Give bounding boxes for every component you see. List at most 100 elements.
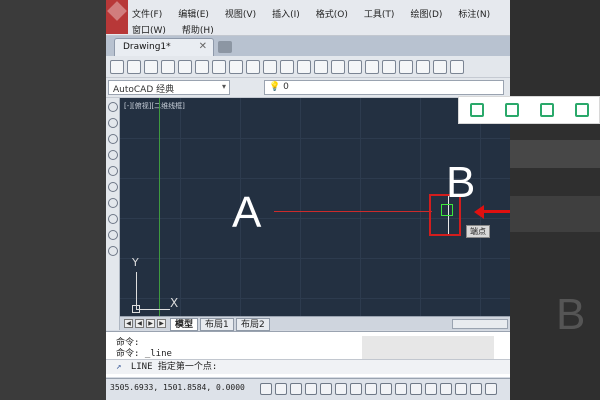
block-icon[interactable]	[280, 59, 294, 74]
menu-dimension[interactable]: 标注(N)	[458, 7, 490, 20]
pan-icon[interactable]	[331, 59, 345, 74]
menu-help[interactable]: 帮助(H)	[182, 23, 214, 36]
point-a-label: A	[232, 188, 262, 237]
drawn-line	[274, 211, 432, 212]
design-center-icon[interactable]	[416, 59, 430, 74]
grid-line	[120, 298, 510, 299]
cut-icon[interactable]	[212, 59, 226, 74]
dynamic-input-icon[interactable]	[380, 383, 392, 395]
hatch-tool-icon[interactable]	[107, 214, 118, 224]
lineweight-icon[interactable]	[395, 383, 407, 395]
snap-tooltip: 端点	[466, 225, 490, 238]
tool-palette-icon[interactable]	[433, 59, 447, 74]
save-icon[interactable]	[539, 103, 554, 117]
tab-drawing1[interactable]: Drawing1* ✕	[114, 38, 214, 56]
ellipse-tool-icon[interactable]	[107, 198, 118, 208]
menu-row-1: 文件(F) 编辑(E) 视图(V) 插入(I) 格式(O) 工具(T) 绘图(D…	[132, 7, 490, 20]
last-layout-icon[interactable]: ▶	[157, 319, 166, 328]
command-input[interactable]: ↗ LINE 指定第一个点:	[106, 359, 510, 374]
command-pen-icon: ↗	[116, 362, 122, 372]
command-window: 命令: 命令: _line ↗ LINE 指定第一个点:	[106, 331, 510, 377]
drawing-canvas[interactable]: [-][俯视][二维线框] 端点 A B Y X	[120, 98, 510, 316]
left-margin	[0, 0, 106, 400]
menu-edit[interactable]: 编辑(E)	[178, 7, 209, 20]
transparency-icon[interactable]	[410, 383, 422, 395]
ucs-x-label: X	[170, 296, 179, 310]
polyline-tool-icon[interactable]	[107, 118, 118, 128]
right-blurred-panel	[510, 140, 600, 168]
point-b-label: B	[446, 158, 476, 207]
command-prompt-text: LINE 指定第一个点:	[130, 362, 218, 372]
grid-line	[180, 98, 181, 316]
grid-mode-icon[interactable]	[275, 383, 287, 395]
next-layout-icon[interactable]: ▶	[146, 319, 155, 328]
3d-osnap-icon[interactable]	[335, 383, 347, 395]
copy-icon[interactable]	[229, 59, 243, 74]
menu-view[interactable]: 视图(V)	[225, 7, 256, 20]
menu-insert[interactable]: 插入(I)	[272, 7, 300, 20]
close-icon[interactable]: ✕	[199, 41, 207, 52]
publish-icon[interactable]	[195, 59, 209, 74]
layer-dropdown[interactable]: 💡 0	[264, 80, 504, 95]
menu-format[interactable]: 格式(O)	[316, 7, 348, 20]
text-tool-icon[interactable]	[107, 246, 118, 256]
quick-properties-icon[interactable]	[425, 383, 437, 395]
menu-draw[interactable]: 绘图(D)	[410, 7, 442, 20]
command-history-line: 命令: _line	[116, 349, 172, 359]
save-icon[interactable]	[144, 59, 158, 74]
tab-model[interactable]: 模型	[170, 318, 199, 331]
viewport-label[interactable]: [-][俯视][二维线框]	[124, 101, 185, 111]
selection-cycling-icon[interactable]	[440, 383, 452, 395]
menu-window[interactable]: 窗口(W)	[132, 23, 166, 36]
new-file-icon[interactable]	[110, 59, 124, 74]
undo-icon[interactable]	[297, 59, 311, 74]
object-snap-icon[interactable]	[320, 383, 332, 395]
coordinate-readout: 3505.6933, 1501.8584, 0.0000	[110, 383, 245, 392]
expand-icon[interactable]	[504, 103, 519, 117]
paste-icon[interactable]	[246, 59, 260, 74]
menu-tools[interactable]: 工具(T)	[364, 7, 395, 20]
zoom-window-icon[interactable]	[365, 59, 379, 74]
workspace-dropdown[interactable]: AutoCAD 经典 ▾	[108, 80, 230, 95]
rectangle-tool-icon[interactable]	[107, 166, 118, 176]
workspace-value: AutoCAD 经典	[113, 85, 175, 95]
spline-tool-icon[interactable]	[107, 182, 118, 192]
ortho-mode-icon[interactable]	[290, 383, 302, 395]
menu-bar: 文件(F) 编辑(E) 视图(V) 插入(I) 格式(O) 工具(T) 绘图(D…	[106, 0, 510, 36]
polar-tracking-icon[interactable]	[305, 383, 317, 395]
properties-icon[interactable]	[399, 59, 413, 74]
object-tracking-icon[interactable]	[350, 383, 362, 395]
new-tab-icon[interactable]	[218, 41, 232, 53]
preview-icon[interactable]	[178, 59, 192, 74]
ucs-dynamic-icon[interactable]	[365, 383, 377, 395]
ucs-x-axis	[136, 309, 170, 310]
redo-icon[interactable]	[314, 59, 328, 74]
print-icon[interactable]	[161, 59, 175, 74]
zoom-previous-icon[interactable]	[382, 59, 396, 74]
grid-line	[420, 98, 421, 316]
first-layout-icon[interactable]: ◀	[124, 319, 133, 328]
prev-layout-icon[interactable]: ◀	[135, 319, 144, 328]
grid-line	[120, 138, 510, 139]
sheet-set-icon[interactable]	[450, 59, 464, 74]
tab-layout2[interactable]: 布局2	[236, 318, 270, 331]
app-logo-icon[interactable]	[106, 0, 128, 34]
menu-file[interactable]: 文件(F)	[132, 7, 162, 20]
share-icon[interactable]	[574, 103, 589, 117]
workspace-switch-icon[interactable]	[485, 383, 497, 395]
match-properties-icon[interactable]	[263, 59, 277, 74]
chevron-down-icon: ▾	[221, 82, 226, 91]
drafting-settings	[260, 383, 497, 395]
zoom-realtime-icon[interactable]	[348, 59, 362, 74]
line-tool-icon[interactable]	[107, 102, 118, 112]
annotation-monitor-icon[interactable]	[455, 383, 467, 395]
open-file-icon[interactable]	[127, 59, 141, 74]
arc-tool-icon[interactable]	[107, 150, 118, 160]
tab-layout1[interactable]: 布局1	[200, 318, 234, 331]
region-tool-icon[interactable]	[107, 230, 118, 240]
snap-mode-icon[interactable]	[260, 383, 272, 395]
phone-icon[interactable]	[469, 103, 484, 117]
circle-tool-icon[interactable]	[107, 134, 118, 144]
model-space-icon[interactable]	[470, 383, 482, 395]
horizontal-scrollbar[interactable]	[452, 319, 508, 329]
